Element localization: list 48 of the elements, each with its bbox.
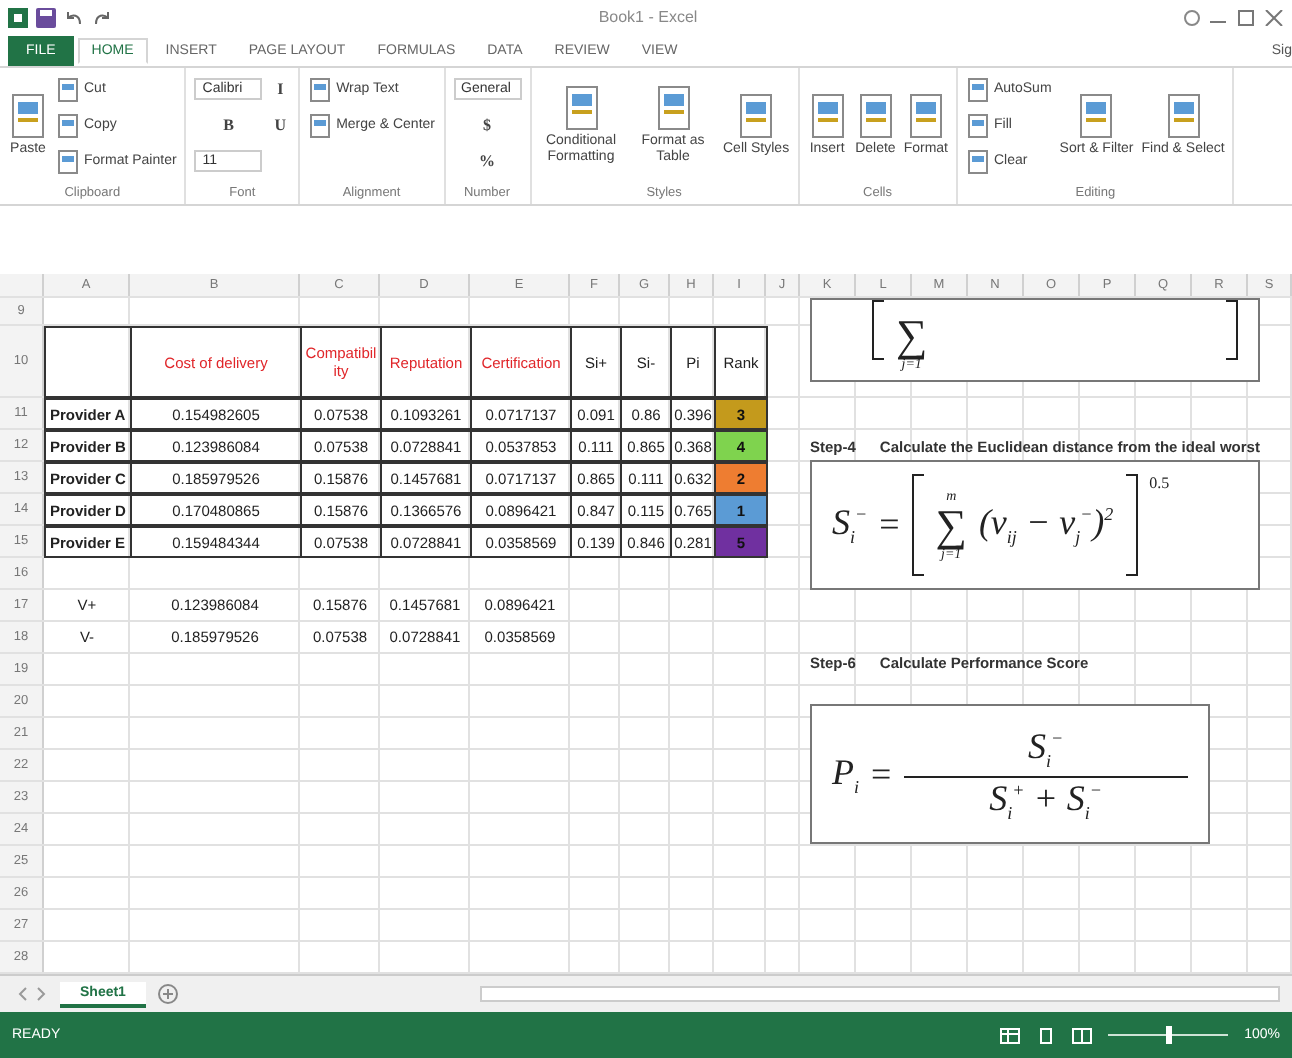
document-icon[interactable] xyxy=(561,85,601,130)
document-icon[interactable] xyxy=(1076,93,1117,138)
spreadsheet-icon[interactable] xyxy=(8,7,28,27)
document-icon[interactable] xyxy=(905,93,946,138)
page-break-icon[interactable] xyxy=(1072,1027,1093,1043)
equals-sign: = xyxy=(879,504,900,546)
document-icon[interactable] xyxy=(965,149,990,173)
bracket-icon xyxy=(1226,300,1238,360)
document-icon[interactable] xyxy=(807,93,848,138)
window-title: Book1 - Excel xyxy=(596,8,700,26)
document-icon[interactable] xyxy=(56,77,80,101)
sum-symbol: ∑ xyxy=(896,314,928,358)
table-corner-cell xyxy=(44,326,132,398)
add-sheet-icon[interactable] xyxy=(157,984,178,1004)
close-icon[interactable] xyxy=(1264,9,1284,25)
style-toggle-button[interactable]: B xyxy=(194,116,263,134)
formula-lhs: P$_{i}$ xyxy=(832,751,860,797)
equals-sign: = xyxy=(871,753,892,795)
redo-icon[interactable] xyxy=(92,7,112,27)
exponent-text: 0.5 xyxy=(1149,474,1170,492)
document-icon[interactable] xyxy=(56,149,80,173)
sum-symbol: ∑ xyxy=(935,503,967,547)
document-icon[interactable] xyxy=(8,93,48,138)
slider-thumb[interactable] xyxy=(1165,1026,1172,1044)
document-icon[interactable] xyxy=(736,93,777,138)
document-icon[interactable] xyxy=(965,113,990,137)
maximize-icon[interactable] xyxy=(1236,9,1256,25)
style-toggle-button[interactable]: $ xyxy=(453,116,521,134)
bracket-icon xyxy=(1125,474,1138,576)
bracket-icon xyxy=(911,474,924,576)
document-icon[interactable] xyxy=(56,113,80,137)
normal-view-icon[interactable] xyxy=(1000,1027,1021,1043)
document-icon[interactable] xyxy=(1163,93,1204,138)
save-icon[interactable] xyxy=(36,7,56,27)
page-layout-icon[interactable] xyxy=(1036,1027,1057,1043)
undo-icon[interactable] xyxy=(64,7,84,27)
formula-term: (v$_{ij}$ − v$_{j}$$^{−}$)$^{2}$ xyxy=(978,502,1114,548)
document-icon[interactable] xyxy=(965,77,990,101)
horizontal-scrollbar[interactable] xyxy=(480,986,1280,1002)
scroll-arrows-icon[interactable] xyxy=(16,986,48,1002)
document-icon[interactable] xyxy=(653,85,693,130)
style-toggle-button[interactable]: % xyxy=(453,152,521,170)
style-toggle-button[interactable]: U xyxy=(270,116,291,134)
document-icon[interactable] xyxy=(308,113,333,137)
bracket-icon xyxy=(872,300,884,360)
document-icon[interactable] xyxy=(308,77,333,101)
document-icon[interactable] xyxy=(855,93,896,138)
style-toggle-button[interactable]: I xyxy=(270,80,291,98)
